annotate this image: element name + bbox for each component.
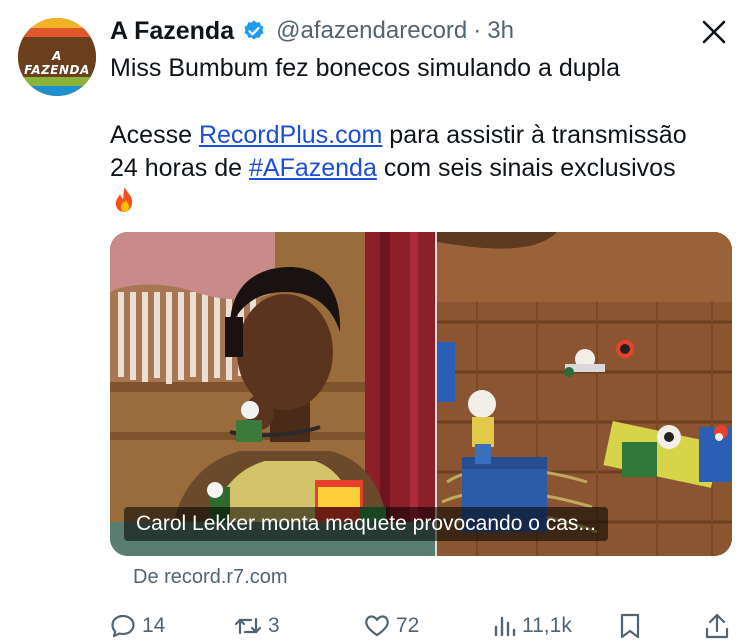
avatar-stripe-yellow [18,18,96,28]
reply-count: 14 [142,614,166,637]
close-button[interactable] [698,16,730,48]
like-button[interactable]: 72 [364,610,419,642]
hashtag-link[interactable]: #AFazenda [249,154,377,182]
reply-icon [111,614,135,638]
media-card[interactable]: Carol Lekker monta maquete provocando o … [110,232,732,556]
tweet-text-line-2: Acesse RecordPlus.com para assistir à tr… [110,119,740,152]
tweet-text-line-3: 24 horas de #AFazenda com seis sinais ex… [110,152,740,185]
text-prefix: 24 horas de [110,154,249,182]
retweet-count: 3 [268,614,280,637]
retweet-button[interactable]: 3 [234,610,280,642]
tweet-text-line-1: Miss Bumbum fez bonecos simulando a dupl… [110,54,620,82]
avatar-stripe-orange [18,28,96,37]
verified-badge-icon [242,19,266,43]
fire-emoji-icon [115,187,133,212]
views-button[interactable]: 11,1k [492,610,572,642]
display-name[interactable]: A Fazenda [110,17,234,46]
close-icon [702,20,726,44]
text-prefix: Acesse [110,121,199,149]
text-suffix: para assistir à transmissão [382,121,687,149]
share-icon [705,613,729,639]
action-bar: 14 3 72 11,1k [0,610,750,642]
tweet-header: A Fazenda @afazendarecord · 3h [110,14,514,48]
link-source[interactable]: De record.r7.com [133,566,288,589]
recordplus-link[interactable]: RecordPlus.com [199,121,382,149]
tweet-text: Miss Bumbum fez bonecos simulando a dupl… [110,52,740,220]
media-caption: Carol Lekker monta maquete provocando o … [124,507,608,541]
like-count: 72 [396,614,420,637]
retweet-icon [234,617,262,635]
tweet-time[interactable]: 3h [487,17,514,45]
share-button[interactable] [704,610,730,642]
avatar[interactable]: A FAZENDA [18,18,96,96]
avatar-stripe-blue [18,86,96,96]
header-separator: · [473,17,482,44]
user-handle[interactable]: @afazendarecord [276,17,467,45]
bookmark-icon [620,613,640,639]
reply-button[interactable]: 14 [110,610,165,642]
view-count: 11,1k [522,614,572,637]
tweet-text-line-4 [110,185,740,220]
avatar-stripe-green [18,77,96,86]
text-suffix: com seis sinais exclusivos [376,154,676,182]
heart-icon [365,615,389,637]
bookmark-button[interactable] [618,610,642,642]
avatar-logo-text: A FAZENDA [24,49,90,77]
analytics-icon [494,616,516,637]
